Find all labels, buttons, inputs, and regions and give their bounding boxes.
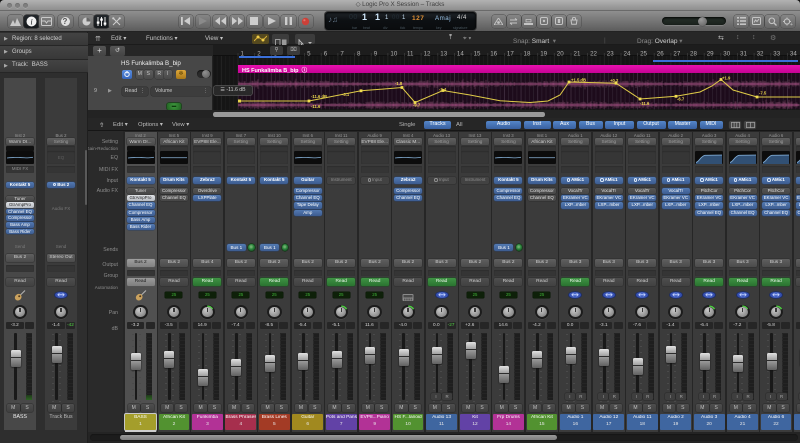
svg-text:-11.6: -11.6 <box>311 104 321 109</box>
svg-text:+: + <box>790 21 793 25</box>
svg-text:-9.7: -9.7 <box>413 102 421 107</box>
svg-text:+0.2: +0.2 <box>610 78 619 83</box>
svg-text:-11.6 dB: -11.6 dB <box>311 94 327 99</box>
svg-text:-3.4: -3.4 <box>439 87 447 92</box>
svg-text:+1.9: +1.9 <box>722 75 731 80</box>
svg-text:+1.5 dB: +1.5 dB <box>571 77 586 82</box>
svg-text:-11.6: -11.6 <box>640 101 650 106</box>
svg-text:-6.7: -6.7 <box>677 97 685 102</box>
svg-text:-3.1: -3.1 <box>342 92 350 97</box>
svg-text:-1.8: -1.8 <box>395 81 403 86</box>
svg-text:-7.5: -7.5 <box>759 90 767 95</box>
